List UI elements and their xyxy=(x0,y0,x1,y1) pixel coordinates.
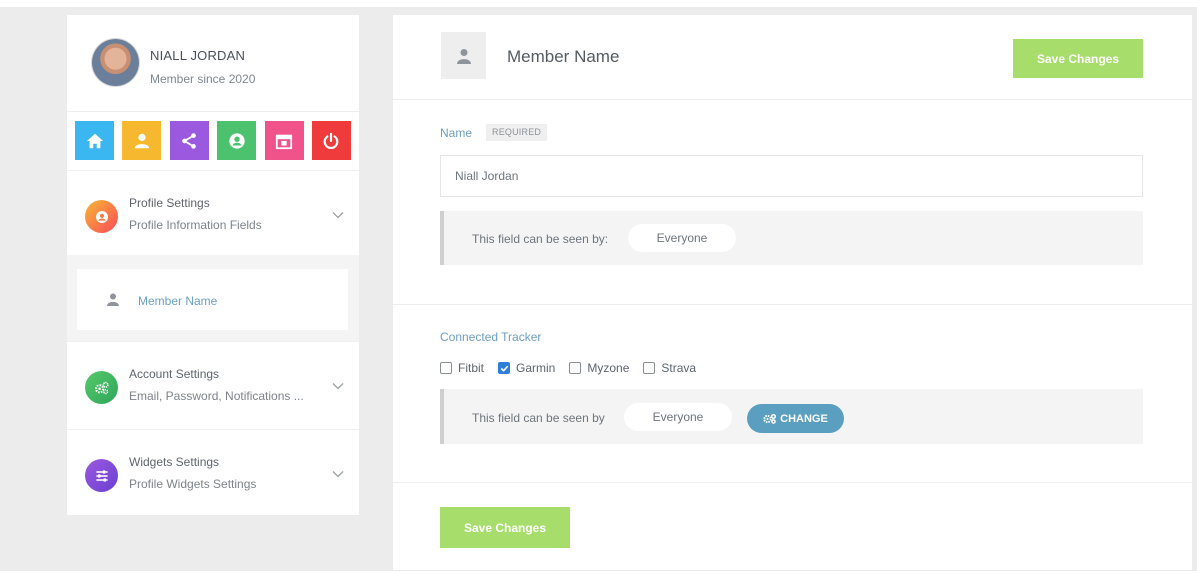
profile-button[interactable] xyxy=(122,121,162,160)
save-changes-button-bottom[interactable]: Save Changes xyxy=(440,507,570,548)
section-title: Widgets Settings xyxy=(129,455,220,469)
visibility-label: This field can be seen by: xyxy=(472,232,609,246)
section-subtitle: Profile Widgets Settings xyxy=(129,477,257,491)
user-icon xyxy=(107,293,119,306)
settings-panel: Member Name Save Changes Name REQUIRED T… xyxy=(393,15,1192,570)
panel-header: Member Name Save Changes xyxy=(393,15,1192,100)
tracker-option-garmin[interactable]: Garmin xyxy=(498,361,555,375)
home-button[interactable] xyxy=(75,121,114,160)
section-subtitle: Profile Information Fields xyxy=(129,218,262,232)
section-divider xyxy=(393,304,1192,305)
change-label: CHANGE xyxy=(780,412,828,425)
calendar-button[interactable] xyxy=(264,121,304,160)
garmin-checkbox[interactable] xyxy=(498,362,511,374)
section-title: Account Settings xyxy=(129,367,220,381)
home-icon xyxy=(86,133,103,148)
user-icon xyxy=(456,48,471,64)
profile-header: NIALL JORDAN Member since 2020 xyxy=(67,15,359,112)
power-icon xyxy=(324,132,339,149)
section-subtitle: Email, Password, Notifications ... xyxy=(129,389,304,403)
checkmark-icon xyxy=(500,365,508,372)
logout-button[interactable] xyxy=(311,121,351,160)
name-input[interactable] xyxy=(440,155,1143,197)
share-icon xyxy=(182,132,197,149)
share-button[interactable] xyxy=(169,121,209,160)
widgets-settings-badge xyxy=(85,459,118,492)
gears-icon xyxy=(94,381,109,394)
required-badge: REQUIRED xyxy=(486,124,548,141)
visibility-select[interactable]: Everyone xyxy=(624,403,732,431)
profile-sidebar: NIALL JORDAN Member since 2020 Profile S… xyxy=(67,15,359,515)
profile-settings-submenu: Member Name xyxy=(67,255,359,341)
member-since: Member since 2020 xyxy=(150,72,256,86)
page-title: Member Name xyxy=(507,47,620,66)
checkbox-label: Strava xyxy=(661,361,697,375)
account-settings-badge xyxy=(85,371,118,404)
sidebar-section-widgets-settings[interactable]: Widgets Settings Profile Widgets Setting… xyxy=(67,429,359,513)
section-title: Profile Settings xyxy=(129,196,210,210)
checkbox-label: Garmin xyxy=(516,361,556,375)
submenu-item-member-name[interactable]: Member Name xyxy=(77,269,348,330)
tracker-option-fitbit[interactable]: Fitbit xyxy=(440,361,484,375)
tracker-field-label: Connected Tracker xyxy=(440,330,542,344)
sidebar-section-account-settings[interactable]: Account Settings Email, Password, Notifi… xyxy=(67,341,359,425)
tracker-visibility-box: This field can be seen by Everyone CHANG… xyxy=(440,389,1143,444)
profile-circle-icon xyxy=(95,210,108,223)
tracker-checkbox-group: Fitbit Garmin Myzone Strava xyxy=(440,360,710,376)
sliders-icon xyxy=(95,469,108,482)
name-visibility-box: This field can be seen by: Everyone xyxy=(440,211,1143,265)
user-circle-icon xyxy=(229,132,245,149)
visibility-label: This field can be seen by xyxy=(472,411,605,425)
calendar-icon xyxy=(275,134,293,149)
checkbox-label: Myzone xyxy=(587,361,630,375)
window-bottom-edge xyxy=(0,571,1197,575)
visibility-select[interactable]: Everyone xyxy=(628,224,736,252)
checkbox-label: Fitbit xyxy=(458,361,485,375)
fitbit-checkbox[interactable] xyxy=(440,362,452,374)
gears-icon xyxy=(763,413,777,424)
profile-settings-badge xyxy=(85,200,118,233)
account-button[interactable] xyxy=(217,121,257,160)
chevron-down-icon xyxy=(332,383,344,390)
user-icon xyxy=(134,133,150,148)
header-icon-box xyxy=(441,32,486,79)
myzone-checkbox[interactable] xyxy=(569,362,582,374)
section-divider xyxy=(393,482,1192,483)
tracker-option-myzone[interactable]: Myzone xyxy=(569,361,629,375)
avatar[interactable] xyxy=(92,39,139,86)
submenu-label: Member Name xyxy=(138,294,218,308)
name-field-label: Name xyxy=(440,126,473,140)
chevron-down-icon xyxy=(332,212,344,219)
window-top-edge xyxy=(0,0,1197,7)
strava-checkbox[interactable] xyxy=(643,362,656,374)
sidebar-section-profile-settings[interactable]: Profile Settings Profile Information Fie… xyxy=(67,170,359,254)
profile-name: NIALL JORDAN xyxy=(150,48,246,63)
quick-nav-icons xyxy=(75,121,351,161)
chevron-down-icon xyxy=(332,471,344,478)
tracker-option-strava[interactable]: Strava xyxy=(643,361,696,375)
change-visibility-button[interactable]: CHANGE xyxy=(747,404,844,433)
save-changes-button-top[interactable]: Save Changes xyxy=(1013,39,1143,78)
